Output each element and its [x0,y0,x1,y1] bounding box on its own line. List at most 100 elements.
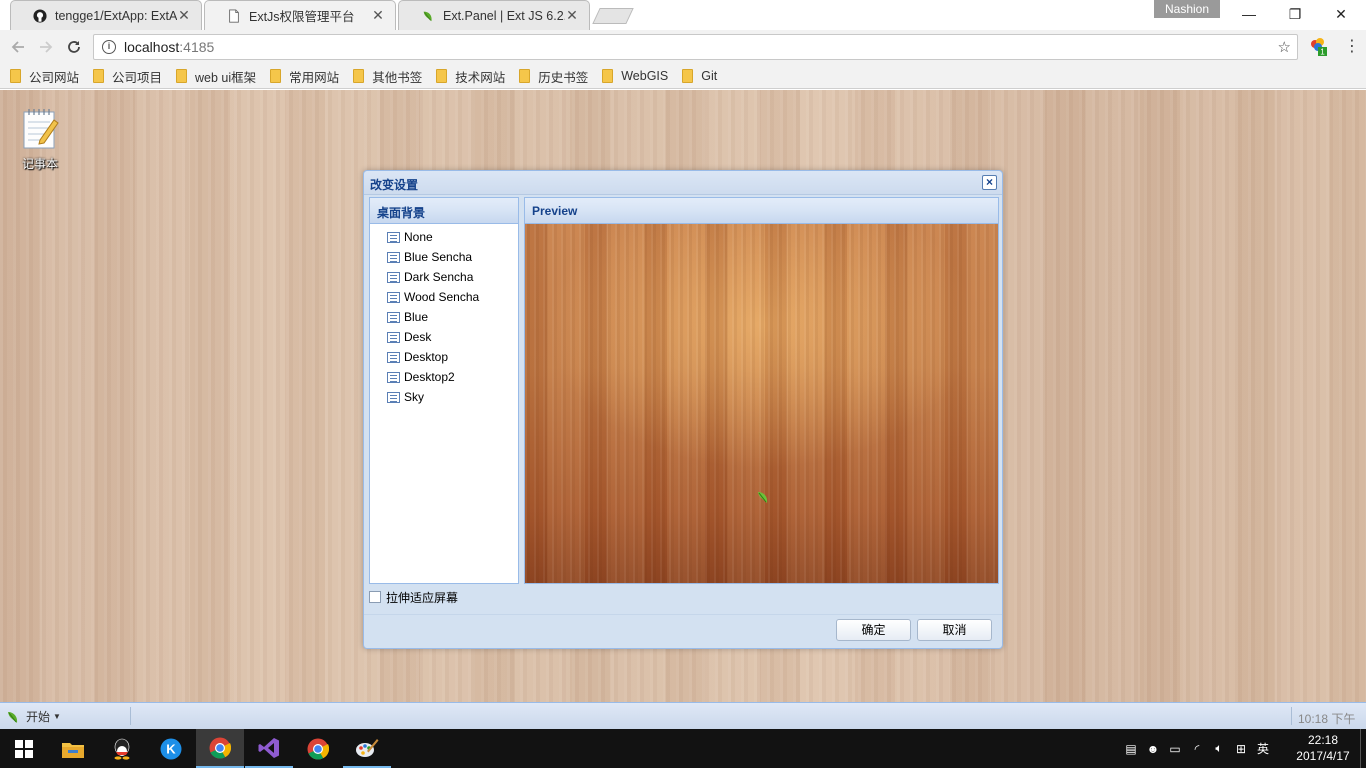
address-bar[interactable]: i localhost:4185 ☆ [93,34,1298,60]
wallpaper-item[interactable]: Desktop [370,347,518,367]
taskbar-divider [130,707,131,725]
preview-panel-title: Preview [525,198,998,224]
bookmark-folder[interactable]: 其他书签 [353,67,422,86]
tree-leaf-icon [387,291,400,303]
bookmark-folder[interactable]: WebGIS [602,69,668,83]
input-language[interactable]: 英 [1252,740,1274,757]
bookmark-folder[interactable]: web ui框架 [176,67,256,86]
battery-icon[interactable]: ▭ [1164,742,1186,756]
taskbar-app[interactable] [98,729,146,768]
profile-badge[interactable]: Nashion [1154,0,1220,18]
minimize-button[interactable]: — [1226,0,1272,28]
wallpaper-item[interactable]: Dark Sencha [370,267,518,287]
close-window-button[interactable]: ✕ [1318,0,1364,28]
tab-ext-panel-docs[interactable]: Ext.Panel | Ext JS 6.2.0 ✕ [398,0,590,30]
tab-title: ExtJs权限管理平台 [249,10,355,24]
arrow-right-icon [40,41,53,53]
wallpaper-item[interactable]: Blue [370,307,518,327]
tree-leaf-icon [387,331,400,343]
url-port: :4185 [179,39,215,55]
back-button[interactable] [6,35,30,59]
wallpaper-item[interactable]: Desk [370,327,518,347]
wallpaper-list-panel: 桌面背景 None Blue Sencha Dark Sencha Wood S… [369,197,519,584]
clock-date: 2017/4/17 [1296,749,1350,763]
close-icon[interactable]: × [982,175,997,190]
tab-title: tengge1/ExtApp: ExtAp [55,8,177,23]
taskbar-app[interactable] [49,729,97,768]
clock-time: 22:18 [1307,733,1339,747]
qq-tray-icon[interactable]: ☻ [1142,742,1164,756]
wallpaper-item[interactable]: None [370,227,518,247]
taskbar-app[interactable] [294,729,342,768]
bookmark-folder[interactable]: Git [682,69,717,83]
settings-dialog: 改变设置 × 桌面背景 None Blue Sencha Dark Sencha… [363,170,1003,649]
menu-icon[interactable]: ⋮ [1344,36,1360,56]
kugou-icon: K [160,738,182,759]
bookmark-folder[interactable]: 常用网站 [270,67,339,86]
ok-button[interactable]: 确定 [836,619,911,641]
taskbar-app[interactable]: K [147,729,195,768]
wallpaper-item[interactable]: Blue Sencha [370,247,518,267]
visual-studio-icon [258,737,279,758]
github-icon [33,8,47,23]
url-host: localhost [124,39,180,55]
cancel-button[interactable]: 取消 [917,619,992,641]
ext-clock: 10:18 下午 [1298,712,1356,726]
taskbar-app[interactable] [343,729,391,768]
taskbar-app[interactable] [245,729,293,768]
stretch-checkbox[interactable] [369,591,381,603]
paint-icon [356,738,379,757]
notepad-icon [23,109,59,149]
taskbar-app-active[interactable] [196,729,244,768]
system-tray: ▤ ☻ ▭ ◜ 🔈︎ ⊞ 英 [1120,729,1274,768]
dialog-title: 改变设置 [370,178,419,192]
info-icon[interactable]: i [102,40,116,54]
bookmark-folder[interactable]: 历史书签 [519,67,588,86]
dialog-footer-divider [364,614,1002,615]
bookmark-folder[interactable]: 公司网站 [10,67,79,86]
show-desktop-button[interactable] [1360,729,1366,768]
wallpaper-item[interactable]: Wood Sencha [370,287,518,307]
dialog-header[interactable]: 改变设置 × [364,171,1002,195]
volume-icon[interactable]: 🔈︎ [1208,741,1230,756]
wallpaper-item[interactable]: Desktop2 [370,367,518,387]
folder-icon [353,69,365,83]
new-tab-button[interactable] [592,8,634,24]
svg-text:1: 1 [1320,48,1325,57]
wallpaper-item[interactable]: Sky [370,387,518,407]
reload-button[interactable] [62,35,86,59]
wifi-icon[interactable]: ◜ [1186,742,1208,756]
reload-icon [68,41,80,53]
ime-icon[interactable]: ⊞ [1230,742,1252,756]
system-clock[interactable]: 22:18 2017/4/17 [1288,732,1358,764]
tab-github[interactable]: tengge1/ExtApp: ExtAp ✕ [10,0,202,30]
wallpaper-preview-image [525,224,998,583]
tab-close-icon[interactable]: ✕ [565,7,579,24]
folder-icon [93,69,105,83]
restore-button[interactable]: ❐ [1272,0,1318,28]
chevron-down-icon: ▼ [53,712,61,721]
bookmark-folder[interactable]: 技术网站 [436,67,505,86]
tab-close-icon[interactable]: ✕ [371,7,385,24]
windows-start-button[interactable] [0,729,48,768]
windows-start-icon [15,739,33,758]
stretch-label: 拉伸适应屏幕 [386,590,459,605]
extension-icon[interactable]: 1 [1308,36,1328,56]
start-menu-button[interactable]: 开始 ▼ [6,708,61,725]
tab-extjs-platform[interactable]: ExtJs权限管理平台 ✕ [204,0,396,30]
tree-leaf-icon [387,251,400,263]
bookmark-star-icon[interactable]: ☆ [1278,38,1291,56]
stretch-option[interactable]: 拉伸适应屏幕 [369,589,458,605]
preview-panel: Preview [524,197,999,584]
ext-taskbar: 开始 ▼ 10:18 下午 [0,702,1366,729]
forward-button[interactable] [34,35,58,59]
windows-taskbar: K ▤ ☻ ▭ ◜ 🔈︎ ⊞ 英 22:18 2017/4/17 [0,729,1366,768]
bookmark-folder[interactable]: 公司项目 [93,67,162,86]
document-icon [229,8,239,23]
tab-close-icon[interactable]: ✕ [177,7,191,24]
bookmarks-bar: 公司网站 公司项目 web ui框架 常用网站 其他书签 技术网站 历史书签 W… [0,64,1366,89]
sencha-leaf-icon [8,711,18,723]
notepad-shortcut[interactable]: 记事本 [14,106,66,172]
wallpaper-panel-title: 桌面背景 [370,198,518,224]
network-manager-icon[interactable]: ▤ [1120,742,1142,756]
